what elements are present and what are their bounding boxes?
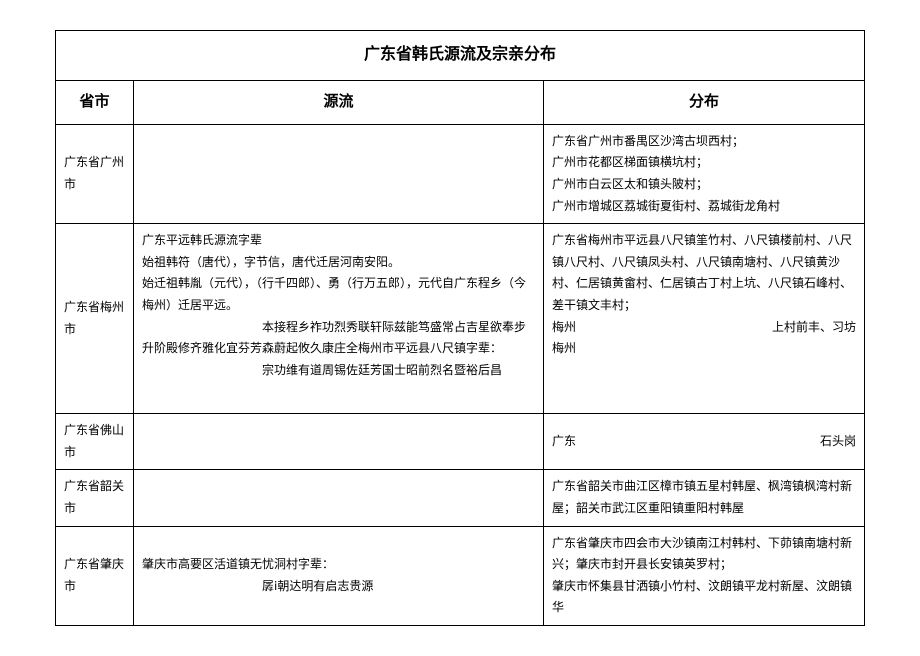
- source-cell: [134, 124, 544, 223]
- province-cell: 广东省梅州市: [56, 224, 134, 414]
- distribution-cell: 广东省肇庆市四会市大沙镇南江村韩村、下茆镇南塘村新兴；肇庆市封开县长安镇英罗村；…: [544, 526, 865, 625]
- province-cell: 广东省肇庆市: [56, 526, 134, 625]
- header-row: 省市 源流 分布: [56, 80, 865, 124]
- distribution-cell: 广东省韶关市曲江区樟市镇五星村韩屋、枫湾镇枫湾村新屋；韶关市武江区重阳镇重阳村韩…: [544, 470, 865, 526]
- province-cell: 广东省韶关市: [56, 470, 134, 526]
- province-cell: 广东省广州市: [56, 124, 134, 223]
- source-cell: 肇庆市高要区活道镇无忧洞村字辈：孱ⅰ朝达明有启志贵源: [134, 526, 544, 625]
- distribution-cell: 广东石头岗: [544, 414, 865, 470]
- genealogy-table: 广东省韩氏源流及宗亲分布 省市 源流 分布 广东省广州市 广东省广州市番禺区沙湾…: [55, 30, 865, 626]
- title-row: 广东省韩氏源流及宗亲分布: [56, 31, 865, 81]
- distribution-cell: 广东省梅州市平远县八尺镇筀竹村、八尺镇楼前村、八尺镇八尺村、八尺镇凤头村、八尺镇…: [544, 224, 865, 414]
- source-cell: [134, 414, 544, 470]
- distribution-cell: 广东省广州市番禺区沙湾古坝西村；广州市花都区梯面镇横坑村；广州市白云区太和镇头陂…: [544, 124, 865, 223]
- header-distribution: 分布: [544, 80, 865, 124]
- source-cell: 广东平远韩氏源流字辈始祖韩符（唐代），字节信，唐代迁居河南安阳。始迁祖韩胤（元代…: [134, 224, 544, 414]
- table-row: 广东省梅州市 广东平远韩氏源流字辈始祖韩符（唐代），字节信，唐代迁居河南安阳。始…: [56, 224, 865, 414]
- header-source: 源流: [134, 80, 544, 124]
- table-row: 广东省韶关市 广东省韶关市曲江区樟市镇五星村韩屋、枫湾镇枫湾村新屋；韶关市武江区…: [56, 470, 865, 526]
- province-cell: 广东省佛山市: [56, 414, 134, 470]
- table-row: 广东省肇庆市 肇庆市高要区活道镇无忧洞村字辈：孱ⅰ朝达明有启志贵源 广东省肇庆市…: [56, 526, 865, 625]
- source-cell: [134, 470, 544, 526]
- table-row: 广东省广州市 广东省广州市番禺区沙湾古坝西村；广州市花都区梯面镇横坑村；广州市白…: [56, 124, 865, 223]
- table-row: 广东省佛山市 广东石头岗: [56, 414, 865, 470]
- table-title: 广东省韩氏源流及宗亲分布: [56, 31, 865, 81]
- header-province: 省市: [56, 80, 134, 124]
